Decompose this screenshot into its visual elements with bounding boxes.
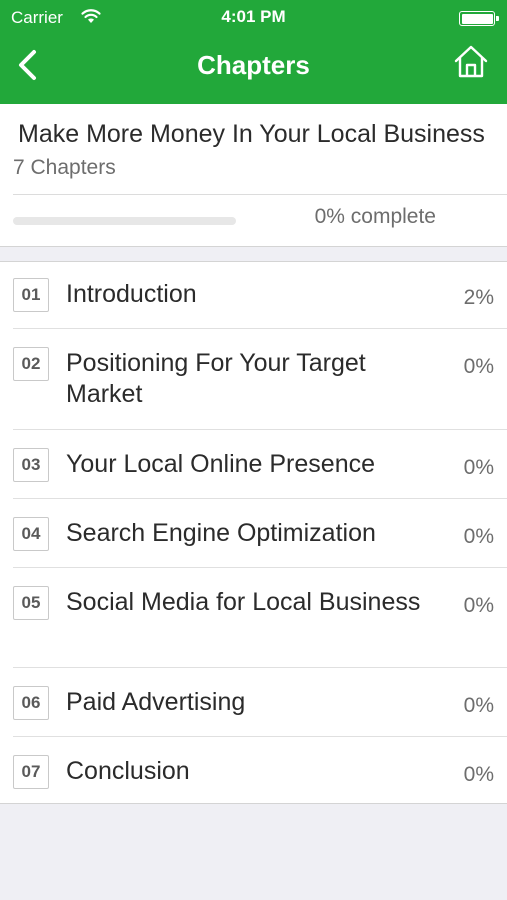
chapter-row[interactable]: 04 Search Engine Optimization 0% — [0, 499, 507, 568]
course-progress-label: 0% complete — [314, 205, 436, 228]
chapter-number: 04 — [13, 517, 49, 551]
chapter-title: Paid Advertising — [66, 688, 246, 716]
chapter-title: Your Local Online Presence — [66, 450, 375, 478]
chapter-percent: 2% — [463, 286, 494, 309]
chapter-percent: 0% — [463, 355, 494, 378]
chapter-number: 03 — [13, 448, 49, 482]
app-header: Carrier 4:01 PM Chapters — [0, 0, 507, 104]
chapter-row[interactable]: 06 Paid Advertising 0% — [0, 668, 507, 737]
chapter-percent: 0% — [463, 594, 494, 617]
chapter-title: Positioning For Your Target Market — [66, 349, 366, 408]
chapter-row[interactable]: 07 Conclusion 0% — [0, 737, 507, 804]
course-progress-bar — [13, 217, 236, 225]
chapter-title: Conclusion — [66, 757, 190, 785]
status-bar: Carrier 4:01 PM — [0, 0, 507, 38]
chapter-number: 07 — [13, 755, 49, 789]
chapter-percent: 0% — [463, 694, 494, 717]
home-button[interactable] — [453, 44, 489, 80]
chapter-number: 05 — [13, 586, 49, 620]
chapter-percent: 0% — [463, 763, 494, 786]
page-title: Chapters — [197, 50, 310, 80]
chapter-title: Search Engine Optimization — [66, 519, 376, 547]
chapter-percent: 0% — [463, 456, 494, 479]
chapter-row[interactable]: 03 Your Local Online Presence 0% — [0, 430, 507, 499]
divider — [0, 246, 507, 247]
chapter-row[interactable]: 02 Positioning For Your Target Market 0% — [0, 329, 507, 430]
chapter-title: Introduction — [66, 280, 197, 308]
battery-icon — [459, 11, 499, 26]
chapter-row[interactable]: 01 Introduction 2% — [0, 262, 507, 329]
chapter-count: 7 Chapters — [13, 156, 116, 179]
chapter-number: 02 — [13, 347, 49, 381]
chapter-row[interactable]: 05 Social Media for Local Business 0% — [0, 568, 507, 668]
chapter-percent: 0% — [463, 525, 494, 548]
course-title: Make More Money In Your Local Business — [18, 120, 485, 148]
status-time: 4:01 PM — [221, 7, 286, 26]
chapter-title: Social Media for Local Business — [66, 588, 421, 616]
chapter-number: 06 — [13, 686, 49, 720]
chapter-list: 01 Introduction 2% 02 Positioning For Yo… — [0, 261, 507, 804]
divider — [13, 194, 507, 195]
chapter-number: 01 — [13, 278, 49, 312]
